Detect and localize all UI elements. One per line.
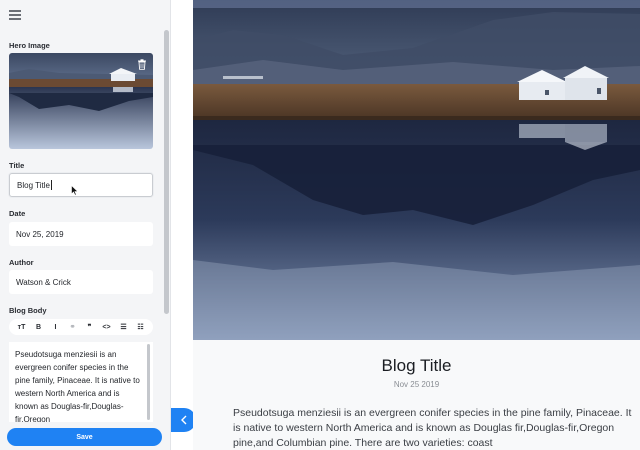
title-input-value: Blog Title xyxy=(17,180,50,190)
formatting-toolbar: тT B I ⚭ ❞ <> ☰ ☷ xyxy=(9,319,153,335)
italic-icon[interactable]: I xyxy=(49,321,63,333)
link-icon[interactable]: ⚭ xyxy=(66,321,80,333)
blog-editor-app: Hero Image Title Blog Title Date Nov 25,… xyxy=(0,0,640,450)
hero-image-thumbnail[interactable] xyxy=(9,53,153,149)
menu-icon[interactable] xyxy=(9,10,21,20)
title-input[interactable]: Blog Title xyxy=(9,173,153,197)
code-icon[interactable]: <> xyxy=(100,321,114,333)
post-date: Nov 25 2019 xyxy=(393,380,440,389)
date-label: Date xyxy=(9,209,26,218)
hero-image-label: Hero Image xyxy=(9,41,50,50)
text-caret xyxy=(50,180,52,190)
author-input-value: Watson & Crick xyxy=(16,277,71,287)
hero-image xyxy=(193,0,640,340)
editor-scrollbar[interactable] xyxy=(147,344,150,420)
blog-body-label: Blog Body xyxy=(9,306,47,315)
author-input[interactable]: Watson & Crick xyxy=(9,270,153,294)
blog-body-editor[interactable]: Pseudotsuga menziesii is an evergreen co… xyxy=(9,342,153,422)
title-label: Title xyxy=(9,161,25,170)
hero-thumbnail-landscape xyxy=(9,53,153,149)
sidebar-scrollbar[interactable] xyxy=(164,30,169,420)
sidebar-header xyxy=(0,0,171,30)
author-label: Author xyxy=(9,258,34,267)
sidebar-scrollbar-thumb[interactable] xyxy=(164,30,169,314)
save-button[interactable]: Save xyxy=(7,428,162,446)
date-input-value: Nov 25, 2019 xyxy=(16,229,64,239)
chevron-left-icon xyxy=(180,415,186,425)
bold-icon[interactable]: B xyxy=(32,321,46,333)
blog-preview: Blog Title Nov 25 2019 Pseudotsuga menzi… xyxy=(193,0,640,450)
blog-body-text: Pseudotsuga menziesii is an evergreen co… xyxy=(15,350,140,422)
numbered-list-icon[interactable]: ☷ xyxy=(134,321,148,333)
post-body: Pseudotsuga menziesii is an evergreen co… xyxy=(233,407,632,449)
quote-icon[interactable]: ❞ xyxy=(83,321,97,333)
trash-icon[interactable] xyxy=(137,59,147,70)
hero-landscape-image xyxy=(193,0,640,340)
bulleted-list-icon[interactable]: ☰ xyxy=(117,321,131,333)
editor-sidebar: Hero Image Title Blog Title Date Nov 25,… xyxy=(0,0,171,450)
date-input[interactable]: Nov 25, 2019 xyxy=(9,222,153,246)
post-title: Blog Title xyxy=(381,356,452,375)
font-size-icon[interactable]: тT xyxy=(15,321,29,333)
